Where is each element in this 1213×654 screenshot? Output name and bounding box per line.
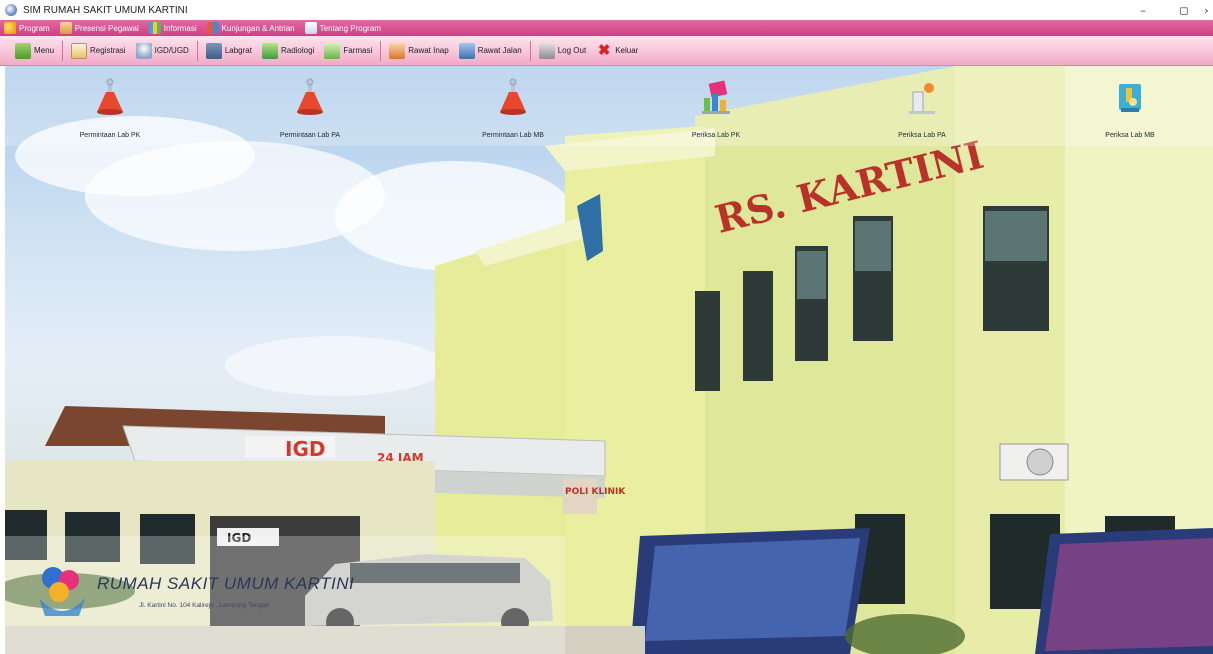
tile-permintaan-lab-pa[interactable]: Permintaan Lab PA — [255, 78, 365, 148]
tile-periksa-lab-mb[interactable]: Periksa Lab MB — [1075, 78, 1185, 148]
key-icon — [4, 22, 16, 34]
title-bar: SIM RUMAH SAKIT UMUM KARTINI – ◻ › — [0, 0, 1213, 20]
toolbar-label: Keluar — [615, 46, 639, 55]
tile-label: Periksa Lab MB — [1105, 132, 1155, 139]
toolbar-menu-button[interactable]: Menu — [10, 38, 59, 64]
close-button[interactable]: › — [1200, 0, 1213, 20]
toolbar-label: Registrasi — [90, 46, 126, 55]
menu-informasi[interactable]: Informasi — [145, 20, 203, 36]
info-chart-icon — [148, 22, 161, 34]
toolbar-rawat-jalan-button[interactable]: Rawat Jalan — [454, 38, 527, 64]
menu-presensi-pegawai[interactable]: Presensi Pegawai — [56, 20, 145, 36]
tile-label: Permintaan Lab PK — [79, 132, 141, 139]
menu-label: Presensi Pegawai — [74, 23, 139, 33]
exit-icon: ✖ — [597, 41, 611, 59]
poli-sign: POLI KLINIK — [565, 487, 626, 497]
logout-icon — [538, 42, 555, 59]
toolbar-label: IGD/UGD — [154, 46, 189, 55]
registration-icon — [71, 42, 88, 59]
app-window: SIM RUMAH SAKIT UMUM KARTINI – ◻ › Progr… — [0, 0, 1213, 654]
minimize-button[interactable]: – — [1127, 0, 1159, 20]
hospital-name: RUMAH SAKIT UMUM KARTINI — [97, 574, 355, 593]
menu-label: Informasi — [163, 23, 197, 33]
toolbar-igd-button[interactable]: IGD/UGD — [131, 38, 194, 64]
radiology-icon — [261, 42, 278, 59]
toolbar-label: Rawat Jalan — [477, 46, 522, 55]
menu-program[interactable]: Program — [0, 20, 56, 36]
toolbar-label: Radiologi — [280, 46, 315, 55]
toolbar-label: Log Out — [557, 46, 587, 55]
toolbar-farmasi-button[interactable]: Farmasi — [319, 38, 377, 64]
toolbar-label: Rawat Inap — [408, 46, 449, 55]
tile-periksa-lab-pa[interactable]: Periksa Lab PA — [867, 78, 977, 148]
toolbar-registrasi-button[interactable]: Registrasi — [66, 38, 131, 64]
toolbar-rawat-inap-button[interactable]: Rawat Inap — [384, 38, 453, 64]
desktop-background: RS. KARTINI IGD 24 JAM IGD POLI KLINIK P… — [5, 66, 1213, 654]
tile-permintaan-lab-mb[interactable]: Permintaan Lab MB — [458, 78, 568, 148]
tile-label: Permintaan Lab PA — [279, 132, 341, 139]
menu-tentang-program[interactable]: Tentang Program — [301, 20, 387, 36]
person-icon — [59, 22, 72, 34]
hospital-photo: RS. KARTINI IGD 24 JAM IGD POLI KLINIK — [5, 66, 1213, 654]
launcher-tiles: Permintaan Lab PK Permintaan Lab PA Perm… — [5, 78, 1213, 148]
toolbar-separator — [380, 40, 382, 61]
tile-label: Permintaan Lab MB — [482, 132, 544, 139]
cup-icon — [304, 22, 317, 34]
menu-label: Tentang Program — [319, 23, 381, 33]
app-icon — [5, 4, 17, 16]
tile-label: Periksa Lab PA — [898, 132, 946, 139]
tile-permintaan-lab-pk[interactable]: Permintaan Lab PK — [55, 78, 165, 148]
emergency-icon — [135, 42, 152, 59]
outpatient-icon — [458, 42, 475, 59]
lab-equipment-icon — [702, 80, 730, 114]
hospital-address: Jl. Kartini No. 104 Kalirejo , Lampung T… — [139, 602, 270, 609]
menu-label: Kunjungan & Antrian — [221, 23, 295, 33]
tile-label: Periksa Lab PK — [691, 132, 741, 139]
toolbar-separator — [196, 40, 198, 61]
lab-flask-icon — [500, 78, 526, 115]
toolbar-separator — [529, 40, 531, 61]
microscope-icon — [1119, 84, 1141, 112]
tile-periksa-lab-pk[interactable]: Periksa Lab PK — [661, 78, 771, 148]
people-icon — [206, 22, 219, 34]
menu-label: Program — [19, 23, 50, 33]
pharmacy-icon — [324, 42, 341, 59]
toolbar-label: Labgrat — [224, 46, 252, 55]
lab-flask-icon — [97, 78, 123, 115]
toolbar-logout-button[interactable]: Log Out — [534, 38, 591, 64]
toolbar-label: Farmasi — [343, 46, 373, 55]
home-icon — [15, 42, 31, 59]
toolbar-label: Menu — [34, 46, 55, 55]
lab-icon — [205, 42, 222, 59]
inpatient-icon — [389, 42, 406, 59]
toolbar-separator — [62, 40, 64, 61]
maximize-button[interactable]: ◻ — [1168, 0, 1200, 20]
toolbar-radiologi-button[interactable]: Radiologi — [257, 38, 319, 64]
igd-sign: IGD — [285, 437, 325, 461]
toolbar: Menu Registrasi IGD/UGD Labgrat Radiolog… — [0, 36, 1213, 66]
hospital-logo-icon — [39, 567, 85, 616]
lab-flask-icon — [297, 78, 323, 115]
menu-kunjungan-antrian[interactable]: Kunjungan & Antrian — [203, 20, 301, 36]
toolbar-labgrat-button[interactable]: Labgrat — [201, 38, 257, 64]
toolbar-keluar-button[interactable]: ✖ Keluar — [591, 38, 643, 64]
menu-bar: Program Presensi Pegawai Informasi Kunju… — [0, 20, 1213, 36]
window-title: SIM RUMAH SAKIT UMUM KARTINI — [23, 4, 188, 16]
lab-equipment-icon — [909, 83, 935, 114]
